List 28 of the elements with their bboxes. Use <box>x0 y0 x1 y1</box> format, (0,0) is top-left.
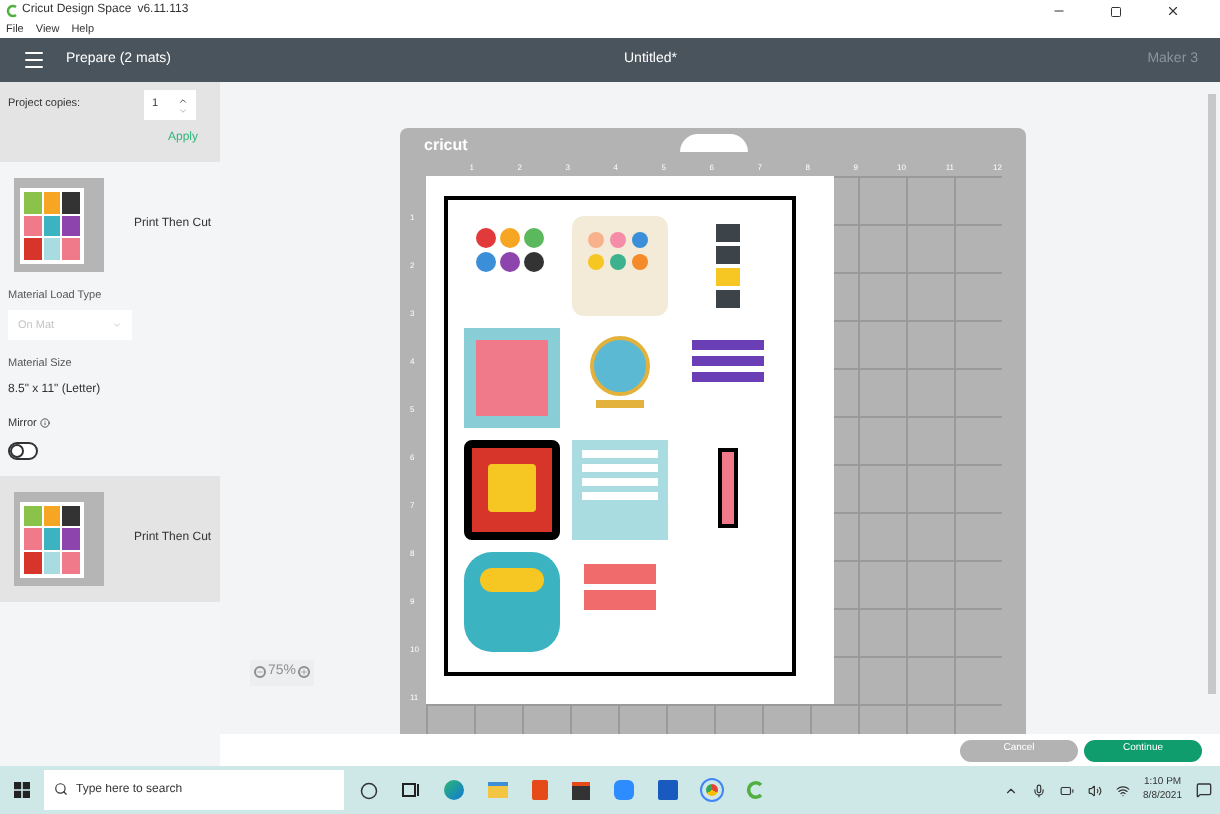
notification-icon[interactable] <box>1196 782 1212 798</box>
sticker-drawing <box>572 216 668 316</box>
chevron-up-icon[interactable] <box>1003 783 1018 797</box>
minimize-icon[interactable] <box>1052 4 1066 18</box>
sticker-drawing <box>464 440 560 540</box>
search-icon <box>54 782 68 796</box>
mat-logo: cricut <box>424 134 468 158</box>
sticker-drawing <box>572 440 668 540</box>
sticker-drawing <box>464 552 560 652</box>
mat-thumbnail[interactable] <box>14 178 104 272</box>
dropdown-icon <box>112 320 122 331</box>
increment-icon[interactable] <box>178 95 188 105</box>
zoom-in-icon[interactable] <box>298 666 311 679</box>
mat-thumbnail[interactable] <box>14 491 104 586</box>
sticker-drawing <box>464 328 560 428</box>
menu-icon[interactable] <box>22 48 46 72</box>
network-icon[interactable] <box>1115 783 1130 797</box>
battery-icon[interactable] <box>1059 783 1074 797</box>
info-icon[interactable] <box>40 418 51 429</box>
microphone-icon[interactable] <box>1031 783 1046 797</box>
close-icon[interactable] <box>1166 4 1180 18</box>
volume-icon[interactable] <box>1087 783 1102 797</box>
zoom-out-icon[interactable] <box>254 666 266 679</box>
restore-icon[interactable] <box>1110 5 1122 17</box>
mirror-toggle[interactable] <box>8 441 38 460</box>
windows-icon[interactable] <box>14 782 30 798</box>
app-logo-icon <box>6 4 18 18</box>
task-view-icon[interactable] <box>402 782 420 798</box>
